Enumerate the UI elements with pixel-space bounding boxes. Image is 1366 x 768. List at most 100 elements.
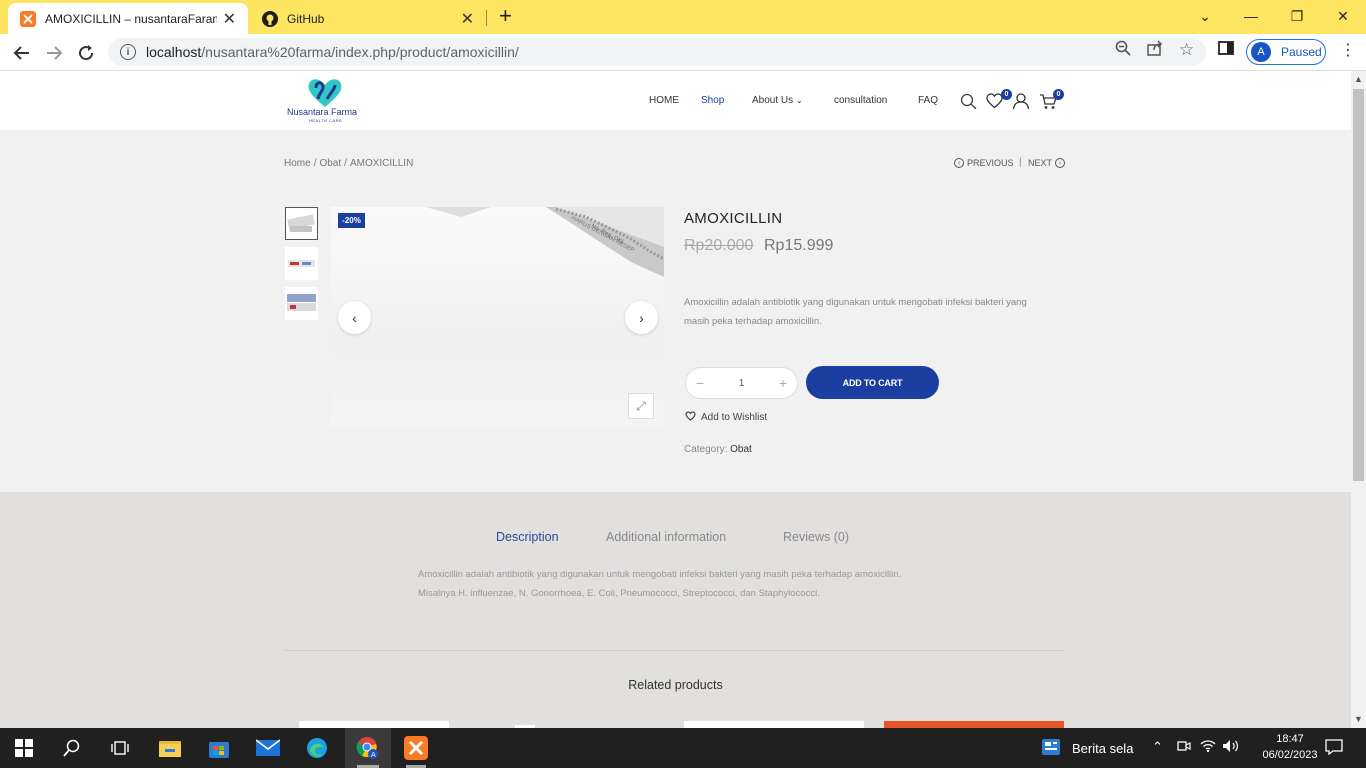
sale-price: Rp15.999	[764, 237, 834, 254]
product-thumbnail[interactable]	[285, 207, 318, 240]
add-to-cart-button[interactable]: ADD TO CART	[806, 366, 939, 399]
system-clock[interactable]: 18:47 06/02/2023	[1262, 731, 1318, 763]
product-tabs-section: Description Additional information Revie…	[0, 492, 1351, 728]
nav-shop[interactable]: Shop	[701, 95, 724, 106]
more-menu-icon[interactable]: ⋮	[1340, 40, 1356, 60]
next-product-link[interactable]: NEXT ›	[1028, 158, 1066, 168]
news-label: Berita sela	[1072, 741, 1134, 756]
page-scrollbar[interactable]: ▲ ▼	[1351, 71, 1366, 728]
reload-icon[interactable]	[74, 41, 98, 65]
microsoft-store-icon[interactable]	[207, 736, 231, 760]
tab-separator	[486, 10, 487, 26]
start-windows-icon[interactable]	[12, 736, 36, 760]
xampp-control-icon[interactable]	[404, 736, 428, 760]
mail-icon[interactable]	[256, 736, 280, 760]
volume-icon[interactable]	[1222, 739, 1240, 756]
product-main-image[interactable]: No. Reg. DKL HARUS DENGAN RESEP	[331, 207, 664, 427]
tab-github[interactable]: GitHub ✕	[250, 3, 486, 34]
quantity-value[interactable]: 1	[739, 378, 745, 389]
tab-title: GitHub	[287, 11, 325, 26]
related-product-card[interactable]	[884, 721, 1064, 728]
regular-price: Rp20.000	[684, 237, 754, 254]
share-icon[interactable]	[1147, 40, 1163, 60]
scroll-up-icon[interactable]: ▲	[1354, 74, 1363, 84]
search-icon[interactable]	[60, 736, 84, 760]
plus-icon[interactable]: +	[779, 375, 787, 391]
heart-icon	[685, 411, 696, 424]
add-to-wishlist-link[interactable]: Add to Wishlist	[685, 411, 767, 424]
tab-reviews[interactable]: Reviews (0)	[783, 530, 849, 544]
news-widget[interactable]: Berita sela	[1042, 739, 1133, 758]
logo-brand-name: Nusantara Farma	[287, 107, 358, 117]
new-tab-icon[interactable]: +	[499, 5, 512, 27]
product-category: Category: Obat	[684, 444, 752, 455]
tab-amoxicillin[interactable]: AMOXICILLIN – nusantaraFarama ✕	[8, 3, 248, 34]
product-thumbnail[interactable]	[285, 287, 318, 320]
nav-about-us[interactable]: About Us ⌄	[752, 95, 803, 106]
description-text: Amoxicillin adalah antibiotik yang digun…	[418, 569, 902, 599]
avatar: A	[1251, 42, 1271, 62]
chevron-right-icon: ›	[1055, 158, 1066, 168]
nav-consultation[interactable]: consultation	[834, 95, 887, 106]
tab-additional-information[interactable]: Additional information	[606, 530, 726, 544]
expand-image-icon[interactable]: ⤢	[628, 393, 654, 419]
back-icon[interactable]	[10, 41, 34, 65]
heart-logo-icon	[308, 79, 342, 107]
close-tab-icon[interactable]: ✕	[461, 9, 474, 29]
profile-button[interactable]: A Paused	[1246, 39, 1326, 65]
chrome-browser-icon[interactable]: A	[356, 736, 380, 760]
news-widget-icon	[1042, 739, 1060, 758]
chevron-down-icon: ⌄	[795, 96, 803, 105]
nav-home[interactable]: HOME	[649, 95, 679, 106]
wifi-icon[interactable]	[1200, 739, 1216, 756]
previous-product-link[interactable]: ‹ PREVIOUS	[954, 158, 1014, 168]
related-products-heading: Related products	[628, 678, 723, 692]
restore-icon[interactable]: ❐	[1274, 4, 1320, 28]
file-explorer-icon[interactable]	[158, 736, 182, 760]
breadcrumb: Home / Obat / AMOXICILLIN	[284, 158, 414, 169]
sale-badge: -20%	[338, 213, 365, 228]
side-panel-icon[interactable]	[1218, 40, 1234, 60]
meet-now-icon[interactable]	[1177, 739, 1191, 756]
notifications-icon[interactable]	[1325, 739, 1343, 758]
product-thumbnail[interactable]	[285, 247, 318, 280]
related-product-card[interactable]	[684, 721, 864, 728]
windows-taskbar: A Berita sela ⌃ 18:47 06/02/2023	[0, 728, 1366, 768]
product-title: AMOXICILLIN	[684, 210, 783, 227]
previous-label: PREVIOUS	[967, 158, 1014, 168]
breadcrumb-category[interactable]: Obat	[319, 158, 341, 169]
scrollbar-thumb[interactable]	[1353, 89, 1364, 481]
search-icon[interactable]	[960, 93, 977, 115]
next-label: NEXT	[1028, 158, 1053, 168]
show-hidden-icons-chevron-icon[interactable]: ⌃	[1152, 739, 1163, 755]
breadcrumb-home[interactable]: Home	[284, 158, 311, 169]
minus-icon[interactable]: −	[696, 375, 704, 391]
nav-about-us-label: About Us	[752, 95, 794, 106]
account-user-icon[interactable]	[1012, 92, 1030, 115]
nav-faq[interactable]: FAQ	[918, 95, 938, 106]
gallery-prev-arrow-icon[interactable]: ‹	[338, 301, 371, 334]
minimize-icon[interactable]: —	[1228, 4, 1274, 28]
quantity-stepper[interactable]: − 1 +	[685, 367, 798, 399]
section-divider	[284, 650, 1065, 651]
svg-text:A: A	[371, 752, 376, 759]
browser-toolbar: i localhost /nusantara%20farma/index.php…	[0, 34, 1366, 71]
close-tab-icon[interactable]: ✕	[223, 9, 236, 29]
url-host: localhost	[146, 44, 202, 60]
forward-icon[interactable]	[42, 41, 66, 65]
address-bar[interactable]: i localhost /nusantara%20farma/index.php…	[108, 38, 1206, 66]
tab-search-chevron-icon[interactable]: ⌄	[1182, 4, 1228, 28]
site-logo[interactable]: Nusantara Farma HEALTH CARE	[287, 77, 357, 125]
tab-description[interactable]: Description	[496, 530, 559, 544]
gallery-next-arrow-icon[interactable]: ›	[625, 301, 658, 334]
site-info-icon[interactable]: i	[120, 44, 136, 60]
category-link[interactable]: Obat	[730, 444, 752, 455]
edge-browser-icon[interactable]	[305, 736, 329, 760]
task-view-icon[interactable]	[108, 736, 132, 760]
related-product-card[interactable]	[299, 721, 449, 728]
close-window-icon[interactable]: ✕	[1320, 4, 1366, 28]
zoom-icon[interactable]	[1115, 40, 1131, 60]
scroll-down-icon[interactable]: ▼	[1354, 714, 1363, 724]
bookmark-star-icon[interactable]: ☆	[1179, 40, 1194, 60]
clock-date: 06/02/2023	[1262, 749, 1318, 761]
